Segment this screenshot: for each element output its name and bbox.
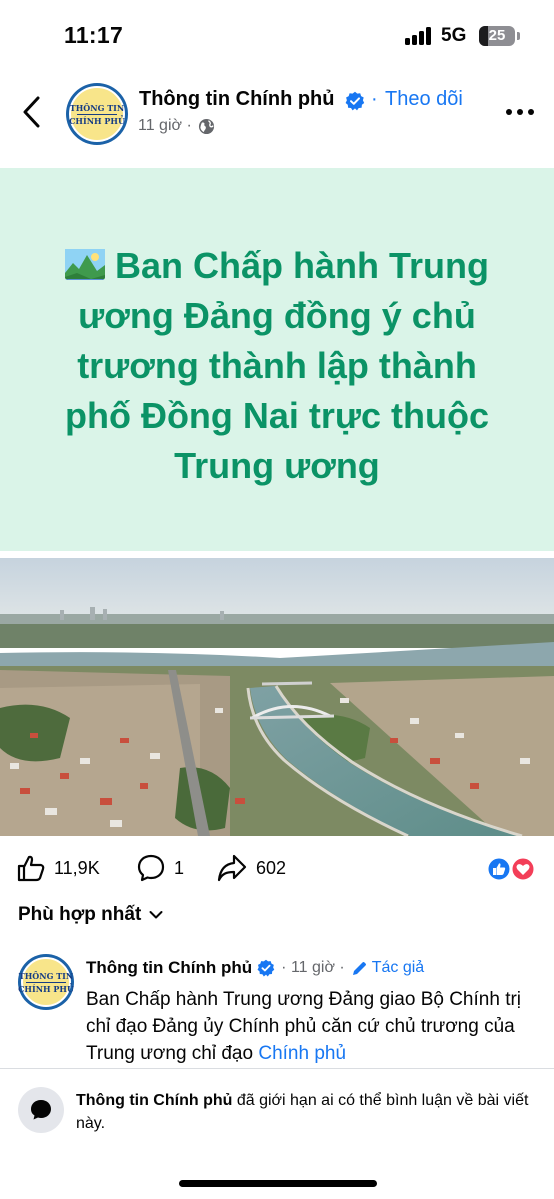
like-count: 11,9K [54, 857, 100, 878]
chevron-down-icon [149, 911, 163, 919]
restriction-page-name: Thông tin Chính phủ [76, 1092, 233, 1109]
avatar-text: THÔNG TIN [18, 970, 74, 981]
pencil-icon [352, 961, 366, 975]
landscape-emoji-icon [65, 246, 105, 280]
share-button[interactable]: 602 [216, 848, 286, 888]
avatar-text: CHÍNH PHỦ [69, 115, 125, 126]
signal-icon [405, 27, 435, 45]
avatar-text: CHÍNH PHỦ [18, 983, 74, 994]
comment-header: Thông tin Chính phủ · 11 giờ · Tác giả [86, 958, 424, 978]
avatar-text: THÔNG TIN [69, 102, 125, 113]
reactions-summary[interactable] [486, 856, 538, 882]
more-options-button[interactable] [503, 100, 537, 124]
comment-time: · 11 giờ · [281, 959, 345, 976]
more-icon [506, 109, 534, 115]
thumbs-up-icon [17, 855, 45, 882]
comment-sort-dropdown[interactable]: Phù hợp nhất [18, 904, 163, 926]
status-bar: 11:17 5G 25 [0, 0, 554, 70]
banner-text: Ban Chấp hành Trung ương Đảng đồng ý chủ… [64, 245, 490, 486]
post-header: THÔNG TIN CHÍNH PHỦ Thông tin Chính phủ … [0, 70, 554, 166]
verified-badge-icon [257, 959, 275, 977]
aerial-city-river-image [0, 558, 554, 836]
post-actions: 11,9K 1 602 [0, 848, 554, 890]
banner-title: Ban Chấp hành Trung ương Đảng đồng ý chủ… [40, 241, 514, 491]
home-indicator[interactable] [179, 1180, 377, 1187]
sort-label: Phù hợp nhất [18, 904, 142, 925]
page-avatar[interactable]: THÔNG TIN CHÍNH PHỦ [66, 83, 128, 145]
comment-button[interactable]: 1 [136, 848, 184, 888]
post-meta: 11 giờ · [138, 117, 215, 135]
comment-author-avatar[interactable]: THÔNG TIN CHÍNH PHỦ [18, 954, 74, 1010]
comment-icon [137, 854, 165, 882]
follow-button[interactable]: Theo dõi [385, 88, 463, 111]
post-text-banner[interactable]: Ban Chấp hành Trung ương Đảng đồng ý chủ… [0, 168, 554, 551]
share-icon [217, 854, 247, 882]
post-photo[interactable] [0, 558, 554, 836]
author-badge: Tác giả [351, 959, 424, 977]
separator-dot: · [371, 88, 378, 110]
comment-bubble-icon [18, 1087, 64, 1133]
share-count: 602 [256, 857, 287, 878]
post-time: 11 giờ · [138, 117, 192, 134]
restriction-text: Thông tin Chính phủ đã giới hạn ai có th… [76, 1089, 536, 1135]
like-reaction-icon [486, 856, 536, 882]
comment-author-name[interactable]: Thông tin Chính phủ [86, 958, 252, 978]
comment-text: Ban Chấp hành Trung ương Đảng giao Bộ Ch… [86, 986, 542, 1068]
battery-cap [517, 32, 520, 40]
author-badge-label: Tác giả [371, 959, 425, 976]
comment-link[interactable]: Chính phủ [258, 1043, 346, 1064]
status-time: 11:17 [64, 22, 124, 48]
battery-icon: 25 [479, 26, 515, 46]
network-type: 5G [441, 25, 467, 46]
battery-percent: 25 [488, 27, 506, 44]
back-button[interactable] [16, 90, 50, 134]
chevron-left-icon [23, 96, 40, 128]
verified-badge-icon [345, 91, 365, 111]
comment-count: 1 [174, 857, 185, 878]
globe-icon [198, 118, 214, 134]
like-button[interactable]: 11,9K [16, 848, 100, 888]
page-name[interactable]: Thông tin Chính phủ [139, 88, 335, 111]
